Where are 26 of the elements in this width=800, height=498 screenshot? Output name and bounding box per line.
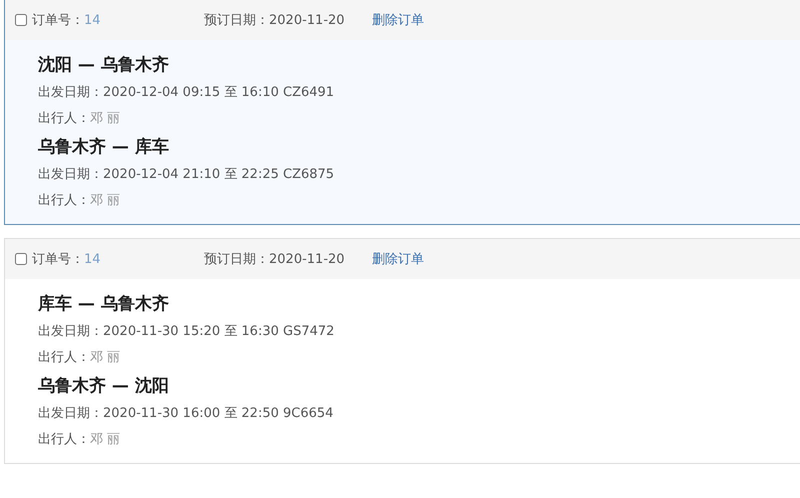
order-checkbox[interactable]	[15, 253, 27, 265]
passenger-label: 出行人：	[38, 349, 90, 367]
passenger-label: 出行人：	[38, 110, 90, 128]
flight-route: 乌鲁木齐 — 库车	[38, 136, 170, 159]
departure-info: 出发日期：2020-11-30 16:00 至 22:50 9C6654	[38, 405, 334, 423]
order-checkbox[interactable]	[15, 14, 27, 26]
departure-info: 出发日期：2020-12-04 21:10 至 22:25 CZ6875	[38, 166, 336, 184]
delete-order-link[interactable]: 删除订单	[372, 250, 424, 268]
passenger-name: 邓 丽	[90, 110, 120, 128]
departure-info: 出发日期：2020-12-04 09:15 至 16:10 CZ6491	[38, 84, 336, 102]
departure-info: 出发日期：2020-11-30 15:20 至 16:30 GS7472	[38, 323, 336, 341]
booking-date: 预订日期：2020-11-20	[204, 251, 346, 268]
order-number: 14	[84, 252, 102, 266]
booking-date: 预订日期：2020-11-20	[204, 12, 346, 29]
delete-order-link[interactable]: 删除订单	[372, 11, 424, 29]
flight-route: 沈阳 — 乌鲁木齐	[38, 54, 170, 77]
passenger-label: 出行人：	[38, 192, 90, 210]
flight-route: 乌鲁木齐 — 沈阳	[38, 375, 170, 398]
passenger-name: 邓 丽	[90, 431, 120, 449]
order-number: 14	[84, 12, 102, 28]
passenger-name: 邓 丽	[90, 192, 120, 210]
passenger-name: 邓 丽	[90, 349, 120, 367]
order-number-label: 订单号：	[32, 251, 84, 268]
order-number-label: 订单号：	[32, 12, 84, 29]
flight-route: 库车 — 乌鲁木齐	[38, 293, 170, 316]
passenger-label: 出行人：	[38, 431, 90, 449]
